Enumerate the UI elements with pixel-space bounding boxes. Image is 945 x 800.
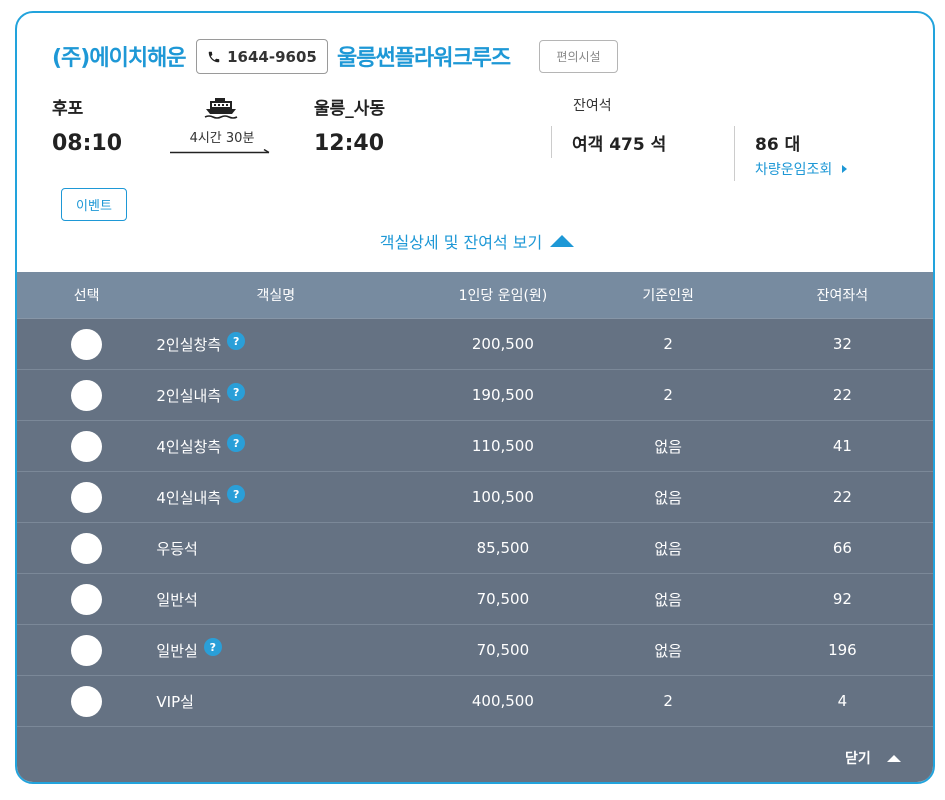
header-fare: 1인당 운임(원)	[458, 288, 548, 304]
vehicle-count: 86 대	[755, 135, 801, 155]
select-radio[interactable]	[71, 685, 103, 717]
table-row[interactable]: 2인실내측? 190,500 2 22	[17, 370, 933, 421]
base-capacity-cell: 2	[663, 386, 673, 404]
header-base-capacity: 기준인원	[642, 288, 694, 304]
select-radio[interactable]	[71, 430, 103, 462]
header-select: 선택	[73, 288, 100, 304]
select-radio[interactable]	[71, 634, 103, 666]
remaining-cell: 196	[828, 641, 857, 659]
departure-port: 후포	[52, 99, 84, 119]
help-icon[interactable]: ?	[227, 332, 246, 350]
triangle-up-icon	[886, 754, 901, 762]
header-remaining: 잔여좌석	[816, 288, 869, 304]
fare-cell: 190,500	[471, 386, 534, 404]
ferry-schedule-card: (주)에이치해운 1644-9605 울릉썬플라워크루즈 편의시설 후포 08:…	[15, 11, 935, 784]
cabin-name: 2인실창측	[156, 335, 222, 354]
remaining-cell: 41	[832, 437, 852, 455]
facility-button[interactable]: 편의시설	[539, 40, 618, 73]
table-row[interactable]: VIP실 400,500 2 4	[17, 676, 933, 727]
remaining-cell: 22	[832, 488, 852, 506]
remaining-cell: 66	[832, 539, 852, 557]
base-capacity-cell: 없음	[654, 437, 682, 456]
select-radio[interactable]	[71, 481, 103, 513]
select-radio[interactable]	[71, 532, 103, 564]
base-capacity-cell: 2	[663, 692, 673, 710]
remaining-cell: 32	[832, 335, 852, 353]
triangle-up-icon	[550, 235, 575, 247]
departure-time: 08:10	[52, 131, 123, 156]
table-row[interactable]: 4인실창측? 110,500 없음 41	[17, 421, 933, 472]
vehicle-fare-link[interactable]: 차량운임조회	[755, 159, 848, 179]
event-button[interactable]: 이벤트	[61, 188, 127, 221]
remaining-cell: 4	[837, 692, 848, 710]
base-capacity-cell: 2	[663, 335, 673, 353]
table-row[interactable]: 일반실? 70,500 없음 196	[17, 625, 933, 676]
remaining-seats-label: 잔여석	[573, 98, 612, 114]
passenger-seats: 여객 475 석	[572, 135, 667, 155]
cabin-name: 우등석	[156, 539, 198, 558]
select-radio[interactable]	[71, 583, 103, 615]
base-capacity-cell: 없음	[654, 641, 682, 660]
select-radio[interactable]	[71, 328, 103, 360]
help-icon[interactable]: ?	[227, 434, 246, 452]
cabin-name: VIP실	[156, 692, 194, 711]
ship-name: 울릉썬플라워크루즈	[337, 46, 511, 71]
phone-icon	[208, 51, 220, 62]
cabin-table: 선택 객실명 1인당 운임(원) 기준인원 잔여좌석 2인실창측? 200,50…	[17, 272, 933, 782]
help-icon[interactable]: ?	[227, 485, 246, 503]
base-capacity-cell: 없음	[654, 539, 682, 558]
phone-number: 1644-9605	[227, 47, 317, 66]
cabin-name: 2인실내측	[156, 386, 222, 405]
header-cabin-name: 객실명	[256, 288, 296, 304]
cabin-name: 4인실내측	[156, 488, 222, 507]
cabin-name: 일반석	[156, 590, 198, 609]
fare-cell: 400,500	[471, 692, 534, 710]
table-row[interactable]: 4인실내측? 100,500 없음 22	[17, 472, 933, 523]
help-icon[interactable]: ?	[203, 638, 222, 656]
route-arrow-icon	[170, 149, 270, 154]
cabin-name: 일반실	[156, 641, 198, 660]
ship-icon	[204, 98, 238, 119]
fare-cell: 70,500	[476, 590, 530, 608]
trip-duration: 4시간 30분	[189, 131, 255, 146]
phone-button[interactable]: 1644-9605	[196, 39, 328, 74]
caret-right-icon	[842, 165, 848, 173]
table-header: 선택 객실명 1인당 운임(원) 기준인원 잔여좌석	[17, 272, 933, 319]
table-row[interactable]: 2인실창측? 200,500 2 32	[17, 319, 933, 370]
fare-cell: 85,500	[476, 539, 530, 557]
fare-cell: 110,500	[471, 437, 534, 455]
select-radio[interactable]	[71, 379, 103, 411]
close-label: 닫기	[845, 751, 871, 767]
detail-toggle-button[interactable]: 객실상세 및 잔여석 보기	[17, 229, 933, 253]
close-button[interactable]: 닫기	[845, 748, 901, 768]
arrival-time: 12:40	[314, 131, 385, 156]
vehicle-fare-label: 차량운임조회	[755, 162, 833, 178]
cabin-name: 4인실창측	[156, 437, 222, 456]
company-name: (주)에이치해운	[52, 46, 187, 71]
fare-cell: 70,500	[476, 641, 530, 659]
table-row[interactable]: 우등석 85,500 없음 66	[17, 523, 933, 574]
remaining-cell: 92	[832, 590, 852, 608]
base-capacity-cell: 없음	[654, 488, 682, 507]
base-capacity-cell: 없음	[654, 590, 682, 609]
remaining-cell: 22	[832, 386, 852, 404]
fare-cell: 200,500	[471, 335, 534, 353]
fare-cell: 100,500	[471, 488, 534, 506]
table-row[interactable]: 일반석 70,500 없음 92	[17, 574, 933, 625]
divider	[734, 126, 735, 181]
help-icon[interactable]: ?	[227, 383, 246, 401]
arrival-port: 울릉_사동	[314, 99, 386, 119]
detail-toggle-label: 객실상세 및 잔여석 보기	[379, 233, 543, 252]
divider	[551, 126, 552, 158]
